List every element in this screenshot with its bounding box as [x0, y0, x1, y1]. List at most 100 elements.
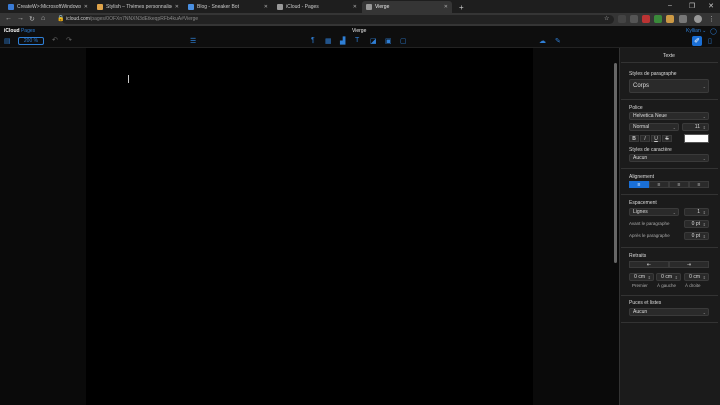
tab-title: Stylish – Thèmes personnalisés [106, 4, 172, 10]
chevron-down-icon: ⌄ [672, 124, 676, 130]
home-icon[interactable]: ⌂ [41, 15, 45, 22]
zoom-select[interactable]: 200 % [18, 37, 44, 45]
reload-icon[interactable]: ↻ [29, 15, 35, 23]
text-color-well[interactable] [684, 134, 709, 143]
inspector-tab-texte[interactable]: Texte [663, 53, 675, 59]
user-label: Kyllian [686, 28, 701, 34]
line-spacing-stepper[interactable]: 1 ⇕ [684, 208, 709, 216]
url-text[interactable]: icloud.com/pages/0OFXn7NNXN3dEtkeqpRFb4k… [66, 15, 198, 24]
font-family-select[interactable]: Helvetica Neue ⌄ [629, 112, 709, 120]
align-left-button[interactable]: ≡ [629, 181, 649, 188]
align-right-button[interactable]: ≡ [669, 181, 689, 188]
paragraph-icon[interactable]: ¶ [311, 37, 315, 44]
right-indent-stepper[interactable]: 0 cm ⇕ [684, 273, 709, 281]
tab-title: Blog - Sneaker Bot [197, 4, 239, 10]
brand-label: iCloud [4, 28, 20, 34]
extension-icon[interactable] [679, 15, 687, 23]
extension-icon[interactable] [618, 15, 626, 23]
extension-icon[interactable] [642, 15, 650, 23]
extension-icon[interactable] [654, 15, 662, 23]
shape-icon[interactable]: ◪ [370, 37, 377, 45]
indent-icon: ⇥ [686, 261, 692, 268]
character-style-select[interactable]: Aucun ⌄ [629, 154, 709, 162]
icloud-brand[interactable]: iCloud Pages [4, 28, 35, 34]
close-tab-icon[interactable]: ✕ [84, 4, 88, 10]
browser-tab[interactable]: Stylish – Thèmes personnalisés ✕ [93, 1, 183, 13]
new-tab-button[interactable]: + [455, 1, 465, 13]
decrease-indent-button[interactable]: ⇤ [629, 261, 669, 268]
menu-kebab-icon[interactable]: ⋮ [708, 15, 715, 23]
minimize-button[interactable]: – [664, 2, 676, 9]
before-paragraph-label: Avant le paragraphe [629, 221, 670, 226]
divider [621, 295, 718, 296]
help-icon[interactable]: ◯ [710, 28, 717, 35]
chart-icon[interactable]: ▟ [340, 37, 345, 45]
close-tab-icon[interactable]: ✕ [175, 4, 179, 10]
undo-icon[interactable]: ↶ [52, 36, 58, 44]
apple-favicon-icon [366, 4, 372, 10]
forward-arrow-icon[interactable]: → [17, 15, 24, 22]
left-indent-value: 0 cm [661, 274, 672, 280]
document-icon[interactable]: ▯ [708, 37, 712, 45]
close-tab-icon[interactable]: ✕ [264, 4, 268, 10]
paragraph-style-select[interactable]: Corps ⌄ [629, 79, 709, 93]
chevron-down-icon: ⌄ [672, 209, 676, 215]
list-icon[interactable]: ☰ [190, 37, 196, 45]
table-icon[interactable]: ▦ [325, 37, 332, 45]
text-icon[interactable]: T [355, 37, 359, 44]
font-size-stepper[interactable]: 11 ⇕ [682, 123, 709, 131]
redo-icon[interactable]: ↷ [66, 36, 72, 44]
close-tab-icon[interactable]: ✕ [353, 4, 357, 10]
increase-indent-button[interactable]: ⇥ [669, 261, 709, 268]
font-weight-value: Normal [633, 124, 650, 130]
extension-icon[interactable] [630, 15, 638, 23]
right-gutter [533, 48, 619, 405]
italic-button[interactable]: I [640, 135, 650, 142]
right-indent-value: 0 cm [689, 274, 700, 280]
chevron-down-icon: ⌄ [702, 113, 706, 119]
bullets-lists-select[interactable]: Aucun ⌄ [629, 308, 709, 316]
view-menu-icon[interactable]: ▤ [4, 37, 11, 45]
strikethrough-button[interactable]: S [662, 135, 672, 142]
left-indent-stepper[interactable]: 0 cm ⇕ [656, 273, 681, 281]
url-domain: icloud.com [66, 16, 90, 22]
profile-avatar[interactable] [694, 15, 702, 23]
plus-icon: + [459, 2, 464, 12]
extension-icon[interactable] [666, 15, 674, 23]
app-name-label: Pages [20, 28, 36, 34]
before-paragraph-stepper[interactable]: 0 pt ⇕ [684, 220, 709, 228]
format-brush-icon[interactable]: ✐ [692, 36, 702, 46]
spacing-mode-value: Lignes [633, 209, 648, 215]
browser-tab-active[interactable]: Vierge ✕ [362, 1, 452, 13]
stepper-icon: ⇕ [647, 274, 651, 280]
divider [621, 322, 718, 323]
divider [621, 247, 718, 248]
browser-tab[interactable]: Blog - Sneaker Bot ✕ [184, 1, 272, 13]
document-canvas[interactable] [86, 48, 533, 405]
align-justify-button[interactable]: ≡ [689, 181, 709, 188]
bold-button[interactable]: B [629, 135, 639, 142]
font-weight-select[interactable]: Normal ⌄ [629, 123, 679, 131]
user-name[interactable]: Kyllian ⌄ [686, 28, 706, 34]
first-indent-value: 0 cm [634, 274, 645, 280]
tools-wrench-icon[interactable]: ✎ [555, 37, 561, 45]
vertical-scrollbar[interactable] [614, 63, 617, 263]
bookmark-star-icon[interactable]: ☆ [604, 15, 609, 22]
close-tab-icon[interactable]: ✕ [444, 4, 448, 10]
after-paragraph-stepper[interactable]: 0 pt ⇕ [684, 232, 709, 240]
comment-icon[interactable]: ▢ [400, 37, 407, 45]
first-indent-stepper[interactable]: 0 cm ⇕ [629, 273, 654, 281]
collaborate-icon[interactable]: ☁ [539, 37, 546, 45]
stepper-icon: ⇕ [702, 274, 706, 280]
spacing-mode-select[interactable]: Lignes ⌄ [629, 208, 679, 216]
align-left-icon: ≡ [637, 181, 641, 188]
back-arrow-icon[interactable]: ← [5, 15, 12, 22]
document-title: Vierge [352, 28, 367, 34]
media-icon[interactable]: ▣ [385, 37, 392, 45]
maximize-button[interactable]: ❐ [686, 2, 698, 10]
browser-tab[interactable]: CreateW>:MicrosoftWindowsDri ✕ [4, 1, 92, 13]
close-window-button[interactable]: ✕ [705, 2, 717, 10]
browser-tab[interactable]: iCloud - Pages ✕ [273, 1, 361, 13]
underline-button[interactable]: U [651, 135, 661, 142]
align-center-button[interactable]: ≡ [649, 181, 669, 188]
